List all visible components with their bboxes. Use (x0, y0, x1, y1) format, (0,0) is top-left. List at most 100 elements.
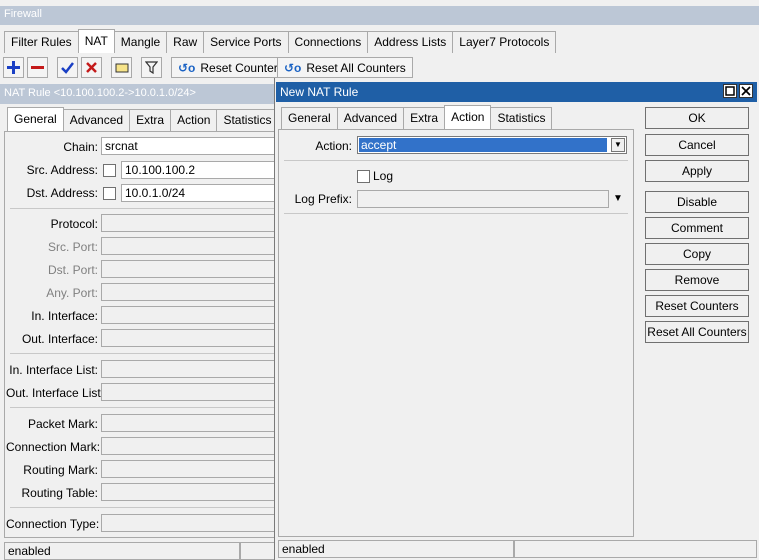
tab-statistics[interactable]: Statistics (216, 109, 279, 131)
tab-advanced[interactable]: Advanced (62, 109, 131, 131)
dst-address-field[interactable]: 10.0.1.0/24 (121, 184, 275, 202)
protocol-label: Protocol: (50, 217, 98, 231)
maximize-button[interactable] (723, 84, 737, 98)
routing-table-label: Routing Table: (21, 486, 99, 500)
routing-mark-label: Routing Mark: (23, 463, 98, 477)
chevron-down-icon[interactable]: ▼ (611, 138, 625, 152)
tab-service-ports[interactable]: Service Ports (203, 31, 289, 53)
plus-icon (7, 61, 20, 74)
tab-advanced[interactable]: Advanced (336, 107, 405, 129)
remove-button[interactable]: Remove (645, 269, 749, 291)
comment-button[interactable] (111, 57, 132, 78)
checkmark-icon (61, 62, 74, 74)
nat-rule-title-bar: NAT Rule <10.100.100.2->10.0.1.0/24> (0, 84, 274, 104)
reset-counters-label: Reset Counters (200, 60, 284, 75)
maximize-icon (725, 86, 735, 96)
tab-mangle[interactable]: Mangle (113, 31, 168, 53)
reset-icon: ↺o (178, 60, 196, 75)
dst-port-label: Dst. Port: (47, 263, 98, 277)
action-label: Action: (315, 139, 352, 153)
any-port-field[interactable] (101, 283, 275, 301)
nat-rule-status: enabled (4, 542, 240, 560)
cancel-button[interactable]: Cancel (645, 134, 749, 156)
dst-address-negate-checkbox[interactable] (103, 187, 116, 200)
tab-filter-rules[interactable]: Filter Rules (4, 31, 79, 53)
action-value: accept (359, 138, 607, 152)
new-nat-rule-title: New NAT Rule (280, 85, 359, 99)
separator (10, 407, 275, 408)
reset-all-counters-label: Reset All Counters (306, 60, 406, 75)
out-interface-label: Out. Interface: (21, 332, 98, 346)
log-label: Log (373, 169, 394, 183)
ok-button[interactable]: OK (645, 107, 749, 129)
packet-mark-label: Packet Mark: (27, 417, 98, 431)
chain-label: Chain: (63, 140, 98, 154)
copy-button[interactable]: Copy (645, 243, 749, 265)
tab-layer7-protocols[interactable]: Layer7 Protocols (452, 31, 557, 53)
connection-type-label: Connection Type: (6, 517, 100, 531)
tab-address-lists[interactable]: Address Lists (367, 31, 454, 53)
connection-mark-label: Connection Mark: (6, 440, 101, 454)
src-address-negate-checkbox[interactable] (103, 164, 116, 177)
tab-extra[interactable]: Extra (403, 107, 446, 129)
any-port-label: Any. Port: (46, 286, 98, 300)
src-address-label: Src. Address: (26, 163, 98, 177)
tab-extra[interactable]: Extra (129, 109, 172, 131)
nat-rule-status-extra (240, 542, 275, 560)
nat-rule-title: NAT Rule <10.100.100.2->10.0.1.0/24> (4, 87, 196, 99)
log-checkbox[interactable] (357, 170, 370, 183)
comment-icon (115, 63, 128, 72)
reset-all-counters-button[interactable]: Reset All Counters (645, 321, 749, 343)
filter-button[interactable] (141, 57, 162, 78)
x-icon (86, 62, 97, 73)
log-prefix-field[interactable] (357, 190, 609, 208)
firewall-title-bar: Firewall (0, 6, 759, 25)
tab-statistics[interactable]: Statistics (490, 107, 553, 129)
out-interface-list-label: Out. Interface List: (6, 386, 105, 400)
close-icon (741, 86, 751, 96)
close-button[interactable] (739, 84, 753, 98)
routing-mark-field[interactable] (101, 460, 275, 478)
remove-button[interactable] (27, 57, 48, 78)
in-interface-field[interactable] (101, 306, 275, 324)
separator (284, 160, 628, 161)
in-interface-list-field[interactable] (101, 360, 275, 378)
routing-table-field[interactable] (101, 483, 275, 501)
chevron-down-icon[interactable]: ▼ (613, 193, 623, 204)
tab-general[interactable]: General (281, 107, 338, 129)
packet-mark-field[interactable] (101, 414, 275, 432)
protocol-field[interactable] (101, 214, 275, 232)
disable-button[interactable]: Disable (645, 191, 749, 213)
out-interface-list-field[interactable] (101, 383, 275, 401)
minus-icon (31, 66, 44, 69)
connection-type-field[interactable] (101, 514, 275, 532)
firewall-title: Firewall (4, 8, 42, 20)
new-nat-rule-tabs: General Advanced Extra Action Statistics (281, 105, 553, 129)
add-button[interactable] (3, 57, 24, 78)
separator (10, 353, 275, 354)
reset-counters-button[interactable]: ↺o Reset Counters (171, 57, 291, 78)
dst-port-field[interactable] (101, 260, 275, 278)
nat-rule-tabs: General Advanced Extra Action Statistics (7, 107, 279, 131)
reset-counters-button[interactable]: Reset Counters (645, 295, 749, 317)
tab-nat[interactable]: NAT (77, 29, 115, 53)
out-interface-field[interactable] (101, 329, 275, 347)
connection-mark-field[interactable] (101, 437, 275, 455)
enable-button[interactable] (57, 57, 78, 78)
comment-button[interactable]: Comment (645, 217, 749, 239)
disable-button[interactable] (81, 57, 102, 78)
chain-field[interactable]: srcnat (101, 137, 275, 155)
src-address-field[interactable]: 10.100.100.2 (121, 161, 275, 179)
tab-action[interactable]: Action (170, 109, 218, 131)
action-select[interactable]: accept ▼ (357, 136, 627, 154)
tab-general[interactable]: General (7, 107, 64, 131)
src-port-field[interactable] (101, 237, 275, 255)
tab-connections[interactable]: Connections (287, 31, 369, 53)
tab-action[interactable]: Action (444, 105, 492, 129)
separator (284, 213, 628, 214)
separator (10, 208, 275, 209)
tab-raw[interactable]: Raw (166, 31, 205, 53)
apply-button[interactable]: Apply (645, 160, 749, 182)
reset-all-counters-button[interactable]: ↺o Reset All Counters (277, 57, 413, 78)
src-port-label: Src. Port: (47, 240, 98, 254)
